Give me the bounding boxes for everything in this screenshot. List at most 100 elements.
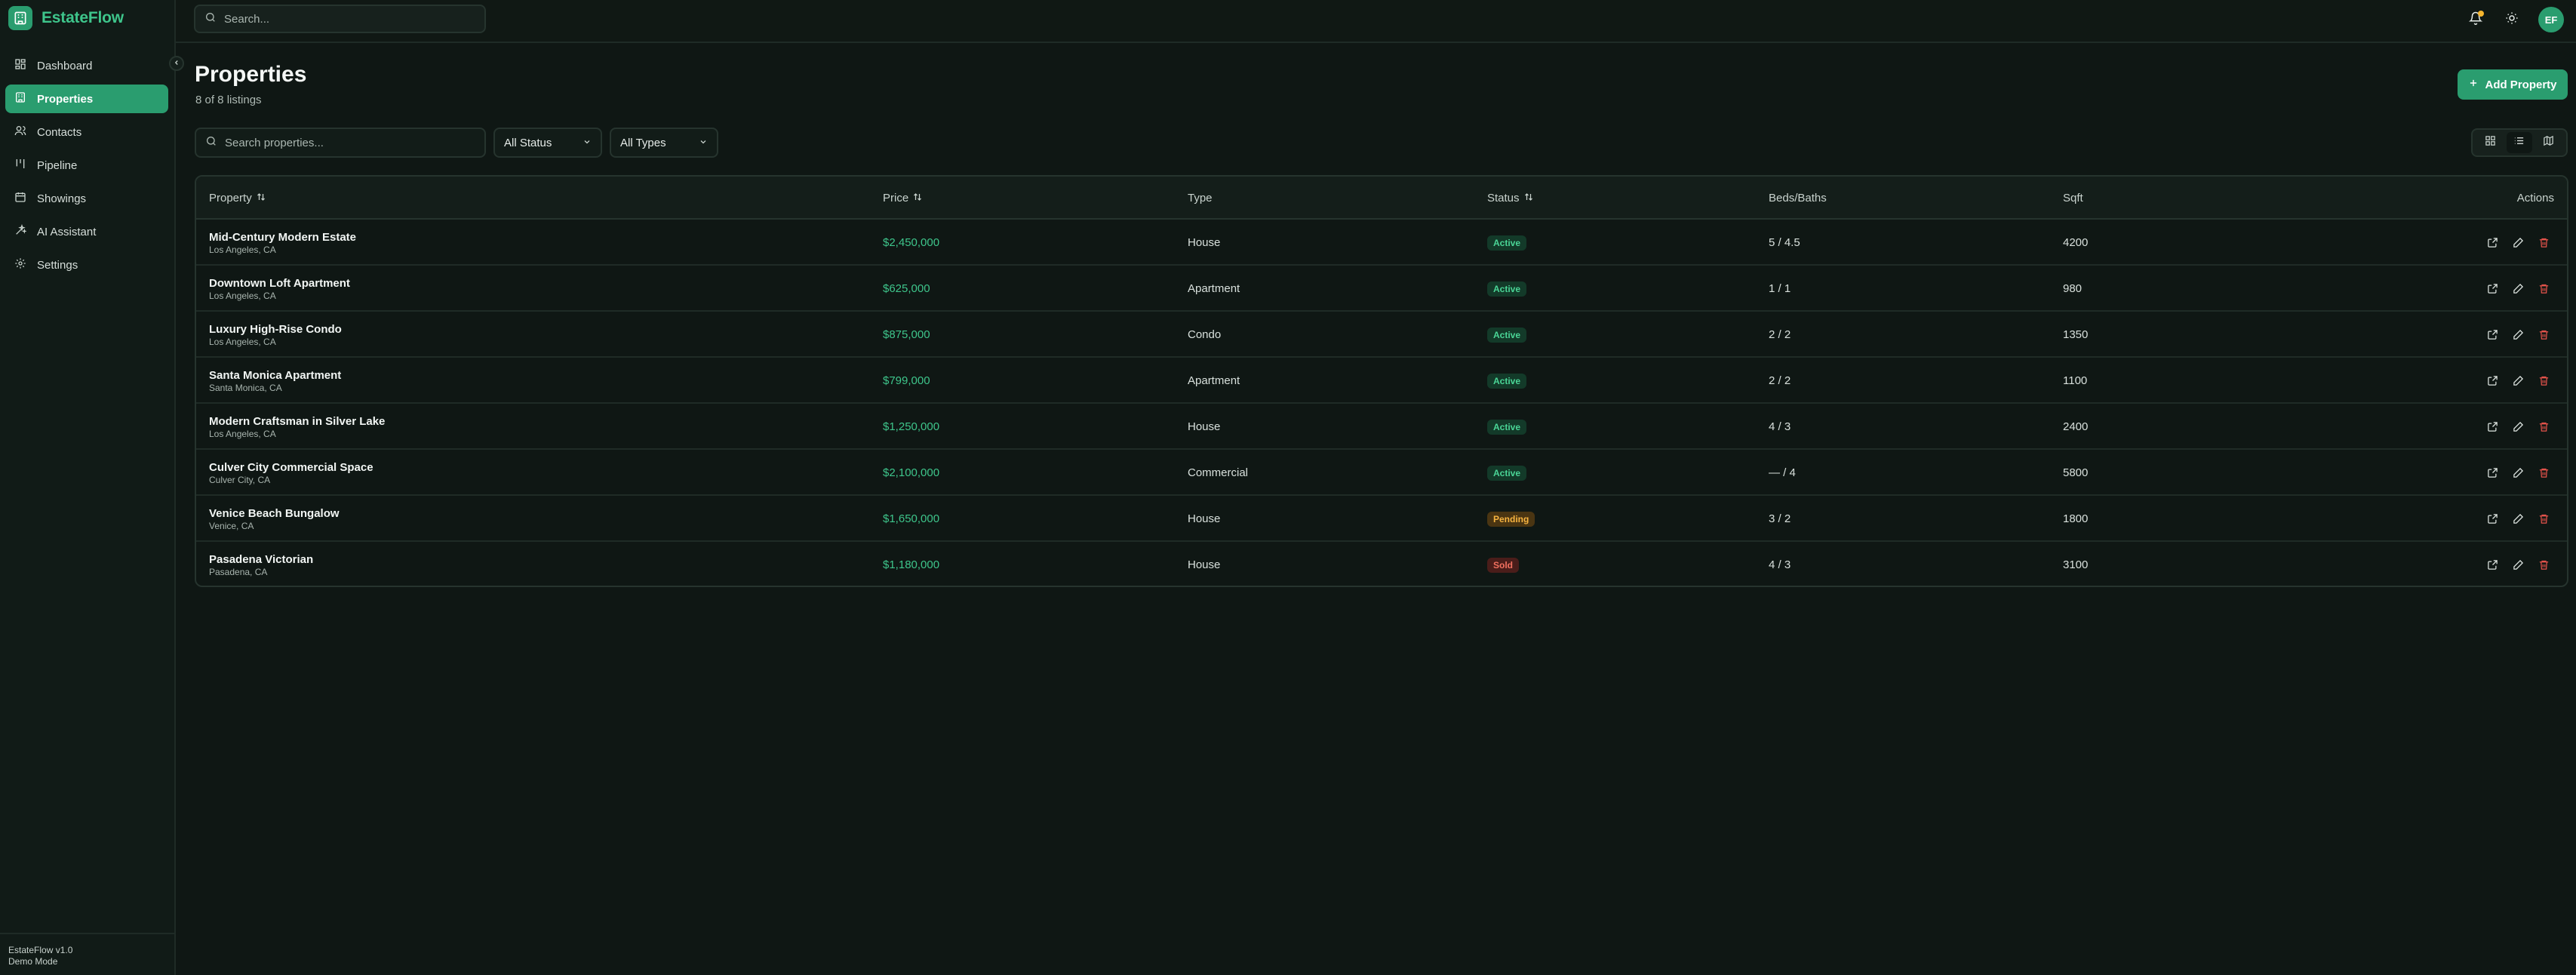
- property-name[interactable]: Pasadena Victorian: [209, 552, 313, 567]
- add-property-button[interactable]: Add Property: [2458, 69, 2568, 100]
- column-header-price[interactable]: Price: [883, 177, 922, 220]
- search-icon: [205, 135, 217, 151]
- type-filter-value: All Types: [620, 136, 666, 149]
- topbar: EF: [176, 0, 2576, 43]
- edit-pencil-icon[interactable]: [2511, 558, 2525, 572]
- sparkles-icon: [14, 223, 27, 239]
- sidebar-item-ai-assistant[interactable]: AI Assistant: [5, 217, 168, 246]
- open-external-icon[interactable]: [2485, 420, 2499, 434]
- table-row[interactable]: Santa Monica Apartment Santa Monica, CA …: [196, 358, 2567, 404]
- edit-pencil-icon[interactable]: [2511, 466, 2525, 480]
- edit-pencil-icon[interactable]: [2511, 420, 2525, 434]
- property-name[interactable]: Luxury High-Rise Condo: [209, 322, 342, 337]
- row-actions: [2485, 450, 2550, 496]
- sidebar-item-showings[interactable]: Showings: [5, 184, 168, 213]
- property-price: $2,450,000: [883, 236, 940, 249]
- property-city: Venice, CA: [209, 521, 254, 531]
- delete-trash-icon[interactable]: [2537, 512, 2550, 526]
- property-name[interactable]: Mid-Century Modern Estate: [209, 230, 356, 245]
- property-type: Condo: [1188, 328, 1222, 341]
- grid-view-button[interactable]: [2477, 132, 2503, 153]
- edit-pencil-icon[interactable]: [2511, 328, 2525, 342]
- property-price: $1,650,000: [883, 512, 940, 525]
- delete-trash-icon[interactable]: [2537, 420, 2550, 434]
- property-search-input[interactable]: [225, 136, 466, 149]
- delete-trash-icon[interactable]: [2537, 236, 2550, 250]
- sidebar-item-pipeline[interactable]: Pipeline: [5, 151, 168, 180]
- delete-trash-icon[interactable]: [2537, 328, 2550, 342]
- edit-pencil-icon[interactable]: [2511, 236, 2525, 250]
- sidebar-item-contacts[interactable]: Contacts: [5, 118, 168, 146]
- open-external-icon[interactable]: [2485, 328, 2499, 342]
- user-avatar[interactable]: EF: [2538, 7, 2564, 32]
- property-search[interactable]: [195, 128, 486, 158]
- property-name[interactable]: Downtown Loft Apartment: [209, 276, 350, 291]
- sort-icon: [913, 192, 922, 205]
- column-label: Status: [1487, 192, 1520, 205]
- brand[interactable]: EstateFlow: [8, 6, 124, 30]
- status-cell: Active: [1487, 312, 1527, 358]
- sidebar-nav: Dashboard Properties Contacts Pipeline S…: [5, 51, 168, 284]
- type-filter-select[interactable]: All Types: [610, 128, 718, 158]
- map-view-button[interactable]: [2536, 132, 2562, 153]
- list-view-button[interactable]: [2506, 132, 2532, 153]
- theme-toggle-button[interactable]: [2502, 10, 2522, 29]
- open-external-icon[interactable]: [2485, 374, 2499, 388]
- delete-trash-icon[interactable]: [2537, 558, 2550, 572]
- row-actions: [2485, 542, 2550, 586]
- property-name[interactable]: Modern Craftsman in Silver Lake: [209, 414, 385, 429]
- delete-trash-icon[interactable]: [2537, 374, 2550, 388]
- table-row[interactable]: Venice Beach Bungalow Venice, CA $1,650,…: [196, 496, 2567, 542]
- status-filter-select[interactable]: All Status: [493, 128, 602, 158]
- table-row[interactable]: Culver City Commercial Space Culver City…: [196, 450, 2567, 496]
- table-row[interactable]: Mid-Century Modern Estate Los Angeles, C…: [196, 220, 2567, 266]
- column-header-status[interactable]: Status: [1487, 177, 1533, 220]
- row-actions: [2485, 358, 2550, 404]
- table-row[interactable]: Pasadena Victorian Pasadena, CA $1,180,0…: [196, 542, 2567, 586]
- view-toggle: [2471, 128, 2568, 157]
- property-cell: Mid-Century Modern Estate Los Angeles, C…: [209, 220, 356, 266]
- status-badge: Active: [1487, 419, 1527, 435]
- sidebar-item-dashboard[interactable]: Dashboard: [5, 51, 168, 80]
- status-badge: Active: [1487, 281, 1527, 297]
- delete-trash-icon[interactable]: [2537, 282, 2550, 296]
- column-label: Beds/Baths: [1769, 192, 1827, 205]
- property-name[interactable]: Santa Monica Apartment: [209, 368, 341, 383]
- sidebar-item-label: AI Assistant: [37, 225, 97, 238]
- sqft: 5800: [2063, 466, 2089, 479]
- sqft: 3100: [2063, 558, 2089, 571]
- global-search[interactable]: [194, 5, 486, 33]
- open-external-icon[interactable]: [2485, 512, 2499, 526]
- status-badge: Sold: [1487, 557, 1519, 573]
- beds-baths: — / 4: [1769, 466, 1796, 479]
- property-price: $625,000: [883, 282, 930, 295]
- edit-pencil-icon[interactable]: [2511, 374, 2525, 388]
- property-cell: Culver City Commercial Space Culver City…: [209, 450, 373, 496]
- open-external-icon[interactable]: [2485, 466, 2499, 480]
- property-name[interactable]: Venice Beach Bungalow: [209, 506, 340, 521]
- column-header-property[interactable]: Property: [209, 177, 266, 220]
- status-cell: Active: [1487, 358, 1527, 404]
- table-row[interactable]: Modern Craftsman in Silver Lake Los Ange…: [196, 404, 2567, 450]
- sidebar-item-settings[interactable]: Settings: [5, 251, 168, 279]
- table-row[interactable]: Downtown Loft Apartment Los Angeles, CA …: [196, 266, 2567, 312]
- sidebar-item-properties[interactable]: Properties: [5, 85, 168, 113]
- sidebar-collapse-button[interactable]: [169, 56, 184, 71]
- table-row[interactable]: Luxury High-Rise Condo Los Angeles, CA $…: [196, 312, 2567, 358]
- global-search-input[interactable]: [224, 12, 466, 26]
- delete-trash-icon[interactable]: [2537, 466, 2550, 480]
- column-header-sqft: Sqft: [2063, 177, 2083, 220]
- open-external-icon[interactable]: [2485, 282, 2499, 296]
- property-price: $1,250,000: [883, 420, 940, 433]
- property-name[interactable]: Culver City Commercial Space: [209, 460, 373, 475]
- open-external-icon[interactable]: [2485, 558, 2499, 572]
- edit-pencil-icon[interactable]: [2511, 282, 2525, 296]
- edit-pencil-icon[interactable]: [2511, 512, 2525, 526]
- property-price: $875,000: [883, 328, 930, 341]
- status-cell: Pending: [1487, 496, 1535, 542]
- open-external-icon[interactable]: [2485, 236, 2499, 250]
- notifications-button[interactable]: [2466, 10, 2485, 29]
- column-label: Actions: [2516, 192, 2554, 205]
- property-city: Los Angeles, CA: [209, 291, 276, 301]
- app-version: EstateFlow v1.0: [8, 945, 73, 955]
